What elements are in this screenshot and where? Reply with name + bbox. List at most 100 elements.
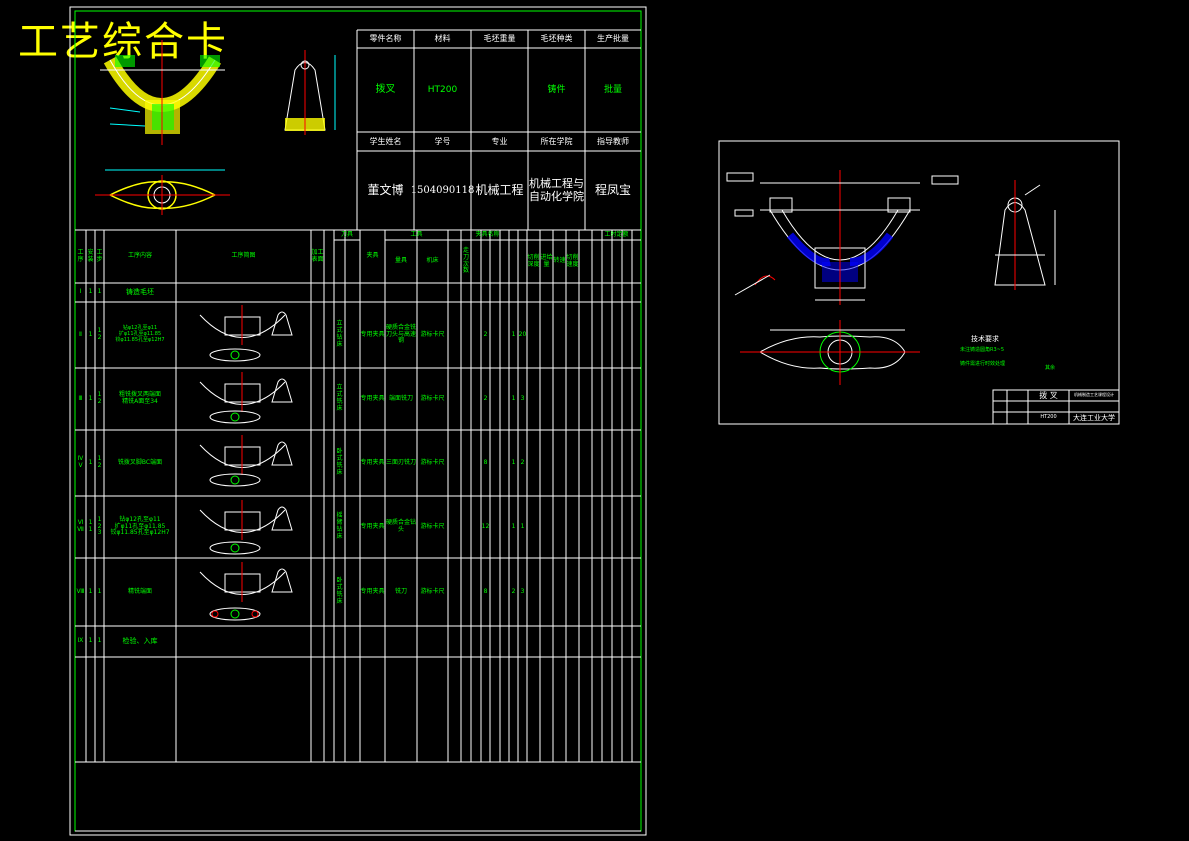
row2-step: 1 2 [97, 327, 102, 341]
row1-step: 1 [97, 288, 102, 296]
row6-content: 精铣端面 [127, 587, 152, 595]
row6-fixture: 专用夹具 [360, 587, 385, 595]
row5-num-c: 1 [520, 522, 525, 530]
info-value-major: 机械工程 [475, 182, 524, 197]
row3-num-a: 2 [483, 394, 488, 402]
title-block-part-name: 拨 叉 [1039, 390, 1058, 400]
info-value-blank-type: 铸件 [547, 84, 566, 95]
row5-tool: 硬质合金钻头 [385, 519, 416, 533]
row1-op: Ⅰ [79, 288, 82, 296]
proc-header-surface: 加工表面 [311, 248, 324, 263]
info-header-material: 材料 [434, 34, 451, 44]
row3-step: 1 2 [97, 391, 102, 405]
proc-header-measure: 量具 [394, 257, 407, 265]
row4-fixture: 专用夹具 [360, 458, 385, 466]
proc-header-passes: 走刀次数 [462, 246, 469, 275]
proc-header-fixture-name: 夹具名称 [475, 230, 500, 238]
proc-header-content: 工序内容 [127, 252, 152, 260]
row1-install: 1 [88, 288, 93, 296]
row7-content: 检验、入库 [122, 637, 158, 646]
info-value-college: 机械工程与 自动化学院 [529, 176, 584, 203]
row2-measure: 游标卡尺 [420, 330, 445, 338]
roughness-label: 其余 [1044, 365, 1055, 372]
row6-num-c: 3 [520, 587, 525, 595]
row2-fixture: 专用夹具 [360, 330, 385, 338]
row6-measure: 游标卡尺 [420, 587, 445, 595]
tech-req-title: 技术要求 [971, 334, 999, 343]
info-header-part-name: 零件名称 [369, 34, 402, 44]
row3-tool: 端面铣刀 [388, 394, 413, 402]
row6-install: 1 [88, 587, 93, 595]
row3-num-b: 1 [511, 394, 516, 402]
row5-step: 1 2 3 [97, 515, 102, 537]
row2-num-c: 20 [518, 330, 527, 338]
proc-header-machine: 机床 [426, 257, 439, 265]
info-header-major: 专业 [491, 136, 508, 146]
info-value-part-name: 拨叉 [375, 84, 396, 96]
row4-num-c: 2 [520, 458, 525, 466]
row2-tool: 硬质合金铣刀头与高速钢 [385, 323, 416, 345]
tech-req-line-1: 未注铸造圆角R3~5 [960, 347, 1005, 354]
yoke-sketch-main [100, 40, 225, 145]
row5-num-a: 12 [481, 522, 490, 530]
row3-num-c: 3 [520, 394, 525, 402]
info-header-student: 学生姓名 [369, 136, 402, 146]
yoke-sketch-side [284, 50, 336, 135]
row4-install: 1 [88, 458, 93, 466]
row4-num-b: 1 [511, 458, 516, 466]
row3-content: 粗铣拨叉两端面 精铣A面至34 [118, 391, 161, 405]
sheet-side-view [994, 180, 1056, 290]
row3-install: 1 [88, 394, 93, 402]
row4-content: 铣拨叉脚BC端面 [117, 458, 163, 466]
row7-op: Ⅸ [77, 637, 84, 645]
row7-install: 1 [88, 637, 93, 645]
sheet-front-view [726, 170, 959, 305]
row-sketches [199, 305, 293, 621]
row3-measure: 游标卡尺 [420, 394, 445, 402]
proc-header-sketch: 工序简图 [231, 252, 256, 260]
row2-install: 1 [88, 330, 93, 338]
proc-header-time: 工时定额 [604, 230, 629, 238]
title-block-material: HT200 [1040, 414, 1057, 421]
info-value-student-id: 1504090118 [410, 184, 475, 196]
row3-op: Ⅲ [78, 394, 83, 402]
sheet-plan-view [740, 320, 920, 385]
proc-header-step: 工步 [96, 248, 103, 263]
proc-header-tools: 工具 [410, 230, 423, 238]
yoke-sketch-plan [95, 169, 230, 215]
row6-tool: 铣刀 [394, 587, 407, 595]
row4-measure: 游标卡尺 [420, 458, 445, 466]
row5-content: 钻φ12孔至φ11 扩φ11孔至φ11.85 铰φ11.85孔至φ12H7 [110, 515, 170, 537]
title-block-school: 大连工业大学 [1073, 413, 1115, 422]
row4-op: Ⅳ Ⅴ [77, 455, 84, 469]
proc-header-depth: 切削深度 [527, 253, 540, 268]
info-value-material: HT200 [427, 84, 458, 95]
info-value-batch: 批量 [603, 84, 622, 95]
row4-tool: 三面刃铣刀 [385, 458, 416, 466]
row4-num-a: 8 [483, 458, 488, 466]
row6-op: Ⅷ [76, 587, 85, 595]
proc-header-fixture: 夹具 [366, 252, 379, 260]
title-block-drawing-no: 机械制造工艺课程设计 [1074, 392, 1114, 398]
tech-req-line-2: 铸件需进行时效处理 [960, 361, 1006, 368]
row1-content: 铸造毛坯 [126, 288, 154, 297]
info-header-blank-type: 毛坯种类 [540, 34, 573, 44]
info-header-student-id: 学号 [434, 136, 451, 146]
proc-header-cut-speed: 切削速度 [566, 253, 579, 268]
info-value-student: 董文博 [367, 182, 404, 197]
info-header-advisor: 指导教师 [597, 136, 629, 146]
row5-fixture: 专用夹具 [360, 522, 385, 530]
row2-num-b: 1 [511, 330, 516, 338]
proc-header-tool: 刀具 [340, 230, 353, 238]
row3-machine: 立式铣床 [336, 384, 343, 412]
row2-num-a: 2 [483, 330, 488, 338]
row7-step: 1 [97, 637, 102, 645]
proc-header-install: 安装 [87, 248, 94, 263]
row6-machine: 卧式铣床 [336, 577, 343, 605]
row5-machine: 摇臂钻床 [336, 512, 343, 540]
info-header-blank-weight: 毛坯重量 [483, 34, 516, 44]
row5-measure: 游标卡尺 [420, 522, 445, 530]
row6-step: 1 [97, 587, 102, 595]
row4-step: 1 2 [97, 455, 102, 469]
row6-num-b: 2 [511, 587, 516, 595]
